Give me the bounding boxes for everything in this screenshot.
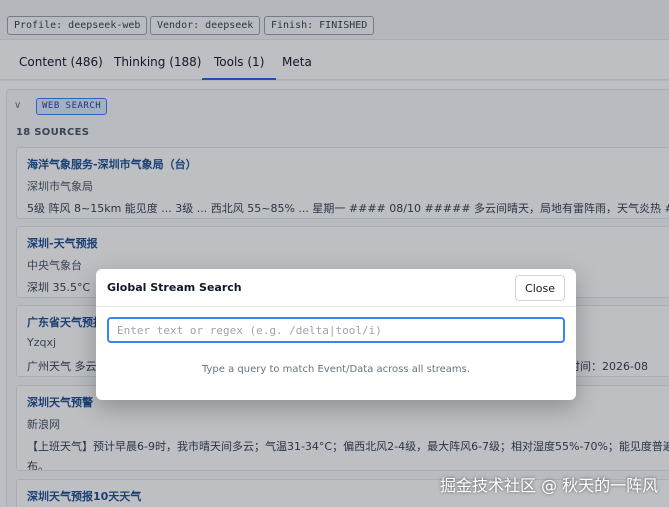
watermark: 掘金技术社区 @ 秋天的一阵风 <box>440 476 659 495</box>
search-input[interactable] <box>107 317 565 343</box>
global-stream-search-dialog: Global Stream Search Close Type a query … <box>96 269 576 400</box>
dialog-divider <box>96 306 576 307</box>
modal-backdrop[interactable] <box>0 0 669 507</box>
dialog-title: Global Stream Search <box>107 281 242 294</box>
close-button[interactable]: Close <box>515 275 565 301</box>
search-hint: Type a query to match Event/Data across … <box>201 364 471 375</box>
